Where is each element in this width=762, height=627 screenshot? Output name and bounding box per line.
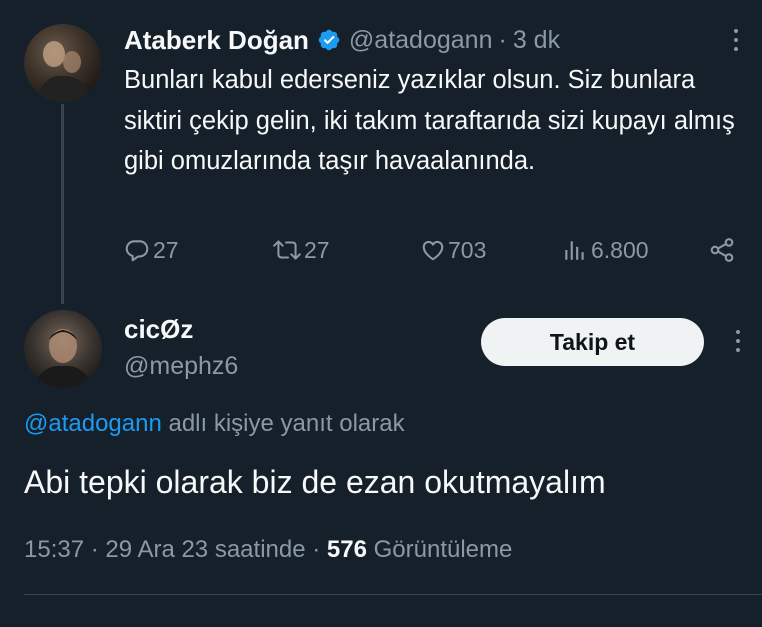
tweet-header: Ataberk Doğan @atadogann · 3 dk xyxy=(124,22,560,58)
more-icon[interactable] xyxy=(726,22,746,58)
tweet-text: Bunları kabul ederseniz yazıklar olsun. … xyxy=(124,66,735,175)
like-count: 703 xyxy=(448,236,487,263)
divider xyxy=(24,594,762,595)
tweet-time[interactable]: 15:37 xyxy=(24,536,84,563)
reply-count: 27 xyxy=(153,236,179,263)
share-button[interactable] xyxy=(708,232,736,268)
avatar[interactable] xyxy=(24,310,102,388)
author-handle[interactable]: @mephz6 xyxy=(124,352,238,381)
tweet-text: Abi tepki olarak biz de ezan okutmayalım xyxy=(24,464,606,500)
retweet-count: 27 xyxy=(304,236,330,263)
separator-dot: · xyxy=(90,536,99,563)
share-icon xyxy=(710,238,734,262)
separator-dot: · xyxy=(312,536,321,563)
reply-to-suffix: adlı kişiye yanıt olarak xyxy=(161,410,405,437)
view-label: Görüntüleme xyxy=(373,536,513,563)
reply-button[interactable]: 27 xyxy=(124,232,179,268)
reply-icon xyxy=(125,240,149,262)
author-name[interactable]: cicØz xyxy=(124,314,193,345)
follow-button[interactable]: Takip et xyxy=(481,318,704,366)
author-name[interactable]: Ataberk Doğan xyxy=(124,25,309,56)
view-count: 6.800 xyxy=(591,236,649,263)
views-button[interactable]: 6.800 xyxy=(562,232,649,268)
avatar[interactable] xyxy=(24,24,102,102)
author-handle[interactable]: @atadogann xyxy=(349,26,493,55)
retweet-icon xyxy=(273,240,301,260)
reply-context: @atadogann adlı kişiye yanıt olarak xyxy=(24,410,405,438)
avatar-photo xyxy=(34,41,94,102)
separator-dot: · xyxy=(498,25,507,54)
more-icon[interactable] xyxy=(728,323,748,359)
thread-line xyxy=(61,104,64,304)
tweet-time[interactable]: 3 dk xyxy=(513,26,560,55)
avatar-photo xyxy=(32,329,94,388)
view-count: 576 xyxy=(326,536,367,563)
tweet-actions: 27 27 703 6.800 xyxy=(124,232,744,268)
tweet-meta: 15:37 · 29 Ara 23 saatinde · 576 Görüntü… xyxy=(24,536,512,564)
views-icon xyxy=(565,241,584,260)
reply-to-mention[interactable]: @atadogann xyxy=(24,410,162,437)
tweet-date[interactable]: 29 Ara 23 saatinde xyxy=(105,536,305,563)
like-icon xyxy=(422,240,444,261)
like-button[interactable]: 703 xyxy=(420,232,486,268)
retweet-button[interactable]: 27 xyxy=(272,232,330,268)
verified-badge-icon xyxy=(318,29,340,51)
